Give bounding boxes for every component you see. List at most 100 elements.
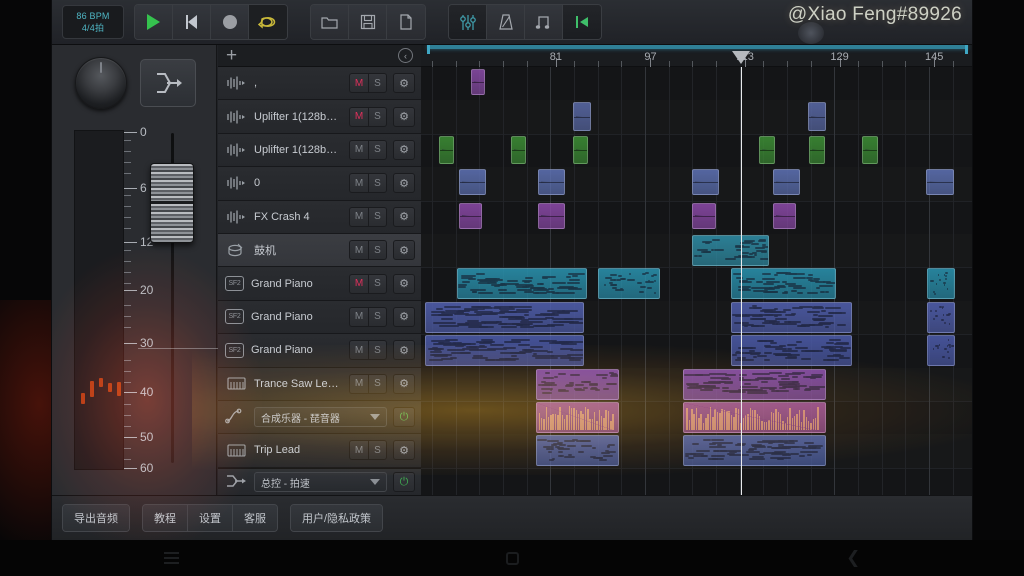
- timeline-ruler[interactable]: 81 97 113 129 145: [421, 45, 973, 67]
- tutorial-button[interactable]: 教程: [143, 505, 188, 531]
- clip[interactable]: [536, 369, 619, 400]
- solo-button[interactable]: S: [368, 173, 387, 193]
- clip[interactable]: [773, 203, 797, 229]
- mute-button[interactable]: M: [349, 340, 368, 360]
- export-audio-button[interactable]: 导出音频: [63, 505, 129, 531]
- clip[interactable]: [573, 136, 588, 164]
- mute-button[interactable]: M: [349, 107, 368, 127]
- automation-lane-row[interactable]: 合成乐器 - 琵音器 ⏻: [218, 401, 421, 434]
- play-button[interactable]: [135, 5, 173, 39]
- mute-button[interactable]: M: [349, 73, 368, 93]
- solo-button[interactable]: S: [368, 240, 387, 260]
- clip[interactable]: [598, 268, 660, 299]
- clip[interactable]: [538, 203, 565, 229]
- clip[interactable]: [536, 435, 619, 466]
- track-name[interactable]: Grand Piano: [251, 278, 349, 290]
- menu-icon[interactable]: [164, 549, 179, 567]
- solo-button[interactable]: S: [368, 140, 387, 160]
- routing-button[interactable]: [140, 59, 196, 107]
- open-project-button[interactable]: [311, 5, 349, 39]
- clip[interactable]: [731, 268, 836, 299]
- clip[interactable]: [425, 302, 584, 333]
- privacy-policy-button[interactable]: 用户/隐私政策: [291, 505, 382, 531]
- home-icon[interactable]: [506, 552, 519, 565]
- playhead-handle[interactable]: [732, 51, 750, 64]
- clip[interactable]: [927, 335, 955, 366]
- clip[interactable]: [809, 136, 824, 164]
- clip[interactable]: [538, 169, 565, 195]
- master-power-button[interactable]: ⏻: [393, 472, 415, 492]
- clip[interactable]: [731, 335, 853, 366]
- clip[interactable]: [457, 268, 587, 299]
- settings-button[interactable]: 设置: [188, 505, 233, 531]
- track-name[interactable]: 0: [254, 177, 349, 189]
- clip[interactable]: [536, 402, 619, 433]
- track-row[interactable]: Trip Lead M S ⚙: [218, 434, 421, 467]
- new-project-button[interactable]: [387, 5, 425, 39]
- track-row[interactable]: , M S ⚙: [218, 67, 421, 100]
- record-button[interactable]: [211, 5, 249, 39]
- track-name[interactable]: FX Crash 4: [254, 211, 349, 223]
- gear-icon[interactable]: ⚙: [393, 340, 415, 360]
- clip[interactable]: [459, 169, 486, 195]
- track-row[interactable]: SF2 Grand Piano M S ⚙: [218, 267, 421, 300]
- notes-button[interactable]: [525, 5, 563, 39]
- gear-icon[interactable]: ⚙: [393, 307, 415, 327]
- clip[interactable]: [927, 302, 955, 333]
- track-row[interactable]: Trance Saw Le… M S ⚙: [218, 368, 421, 401]
- support-button[interactable]: 客服: [233, 505, 277, 531]
- track-name[interactable]: Grand Piano: [251, 344, 349, 356]
- track-row[interactable]: 鼓机 M S ⚙: [218, 234, 421, 267]
- metronome-button[interactable]: [487, 5, 525, 39]
- gear-icon[interactable]: ⚙: [393, 173, 415, 193]
- solo-button[interactable]: S: [368, 374, 387, 394]
- clip[interactable]: [692, 169, 719, 195]
- gear-icon[interactable]: ⚙: [393, 374, 415, 394]
- clip[interactable]: [862, 136, 877, 164]
- clip[interactable]: [926, 169, 953, 195]
- mute-button[interactable]: M: [349, 274, 368, 294]
- track-name[interactable]: Trance Saw Le…: [254, 378, 349, 390]
- mute-button[interactable]: M: [349, 240, 368, 260]
- master-lane-select[interactable]: 总控 - 拍速: [254, 472, 387, 492]
- gear-icon[interactable]: ⚙: [393, 73, 415, 93]
- gear-icon[interactable]: ⚙: [393, 140, 415, 160]
- clip[interactable]: [773, 169, 800, 195]
- clip[interactable]: [683, 369, 827, 400]
- track-row[interactable]: SF2 Grand Piano M S ⚙: [218, 334, 421, 367]
- mute-button[interactable]: M: [349, 440, 368, 460]
- track-name[interactable]: ,: [254, 77, 349, 89]
- gear-icon[interactable]: ⚙: [393, 274, 415, 294]
- clip[interactable]: [425, 335, 584, 366]
- clip[interactable]: [759, 136, 774, 164]
- clip[interactable]: [731, 302, 853, 333]
- clip[interactable]: [692, 235, 769, 266]
- rewind-button[interactable]: [173, 5, 211, 39]
- pan-knob[interactable]: [75, 57, 127, 109]
- clip[interactable]: [439, 136, 454, 164]
- arrangement-grid[interactable]: [421, 67, 973, 495]
- track-name[interactable]: Uplifter 1(128b…: [254, 144, 349, 156]
- clip[interactable]: [471, 69, 485, 95]
- clip[interactable]: [573, 102, 591, 131]
- track-name[interactable]: Grand Piano: [251, 311, 349, 323]
- solo-button[interactable]: S: [368, 340, 387, 360]
- loop-button[interactable]: [249, 5, 287, 39]
- snap-to-start-button[interactable]: [563, 5, 601, 39]
- mute-button[interactable]: M: [349, 207, 368, 227]
- track-row[interactable]: Uplifter 1(128b… M S ⚙: [218, 134, 421, 167]
- automation-power-button[interactable]: ⏻: [393, 407, 415, 427]
- track-name[interactable]: Uplifter 1(128b…: [254, 111, 349, 123]
- track-row[interactable]: FX Crash 4 M S ⚙: [218, 201, 421, 234]
- track-row[interactable]: Uplifter 1(128b… M S ⚙: [218, 100, 421, 133]
- clip[interactable]: [511, 136, 526, 164]
- clip[interactable]: [927, 268, 955, 299]
- clip[interactable]: [683, 402, 827, 433]
- clip[interactable]: [459, 203, 483, 229]
- track-row[interactable]: 0 M S ⚙: [218, 167, 421, 200]
- clip[interactable]: [808, 102, 826, 131]
- back-icon[interactable]: ❮: [846, 548, 860, 568]
- track-name[interactable]: 鼓机: [254, 242, 349, 258]
- solo-button[interactable]: S: [368, 440, 387, 460]
- automation-lane-select[interactable]: 合成乐器 - 琵音器: [254, 407, 387, 427]
